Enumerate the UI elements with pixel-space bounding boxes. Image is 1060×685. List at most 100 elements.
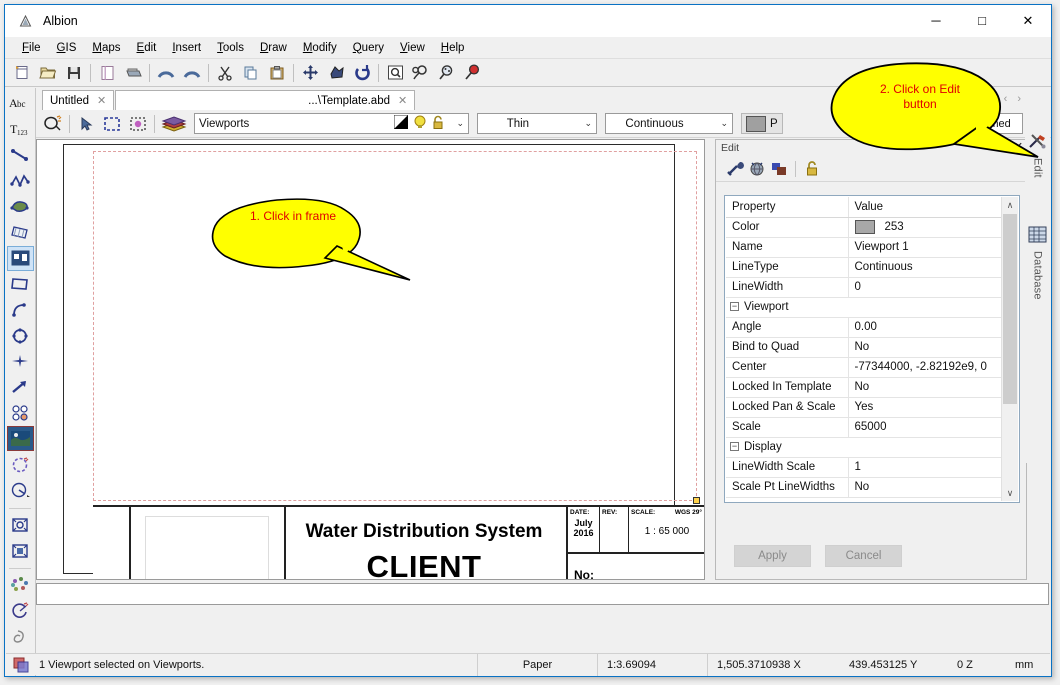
property-value[interactable]: Yes [848,397,1018,418]
collapse-expander-icon[interactable]: − [730,442,739,452]
property-value[interactable]: -77344000, -2.82192e9, 0 [848,357,1018,378]
maximize-button[interactable]: □ [959,5,1005,36]
scroll-up-icon[interactable]: ∧ [1002,197,1018,213]
color-swatch[interactable] [746,115,766,132]
minimize-button[interactable]: ─ [913,5,959,36]
layer-properties-icon[interactable] [40,112,66,136]
text-t123-icon[interactable]: T 123 [7,117,34,142]
refresh-rotate-icon[interactable] [349,61,375,85]
command-input[interactable] [36,583,1049,605]
layer-visible-bulb-icon[interactable] [414,115,426,133]
viewport-boundary[interactable] [93,151,700,504]
nav-next-icon[interactable]: › [1013,93,1025,105]
named-combo[interactable]: Named [963,113,1023,134]
property-grid[interactable]: Property Value Color 253 Name Viewport 1 [724,195,1020,503]
property-value[interactable]: 65000 [848,417,1018,438]
rotate-object-icon[interactable] [7,599,34,624]
canvas-surface[interactable]: Water Distribution System CLIENT DATE: J… [37,140,704,579]
rectangle-icon[interactable] [7,272,34,297]
redo-icon[interactable] [179,61,205,85]
linetype-combo[interactable]: Continuous ⌄ [605,113,733,134]
copy-icon[interactable] [238,61,264,85]
zoom-in-icon[interactable] [408,61,434,85]
select-region-icon[interactable] [7,452,34,477]
layer-combo[interactable]: Viewports ⌄ [194,113,469,134]
status-space-mode[interactable]: Paper [477,653,597,676]
page-setup-icon[interactable] [94,61,120,85]
close-button[interactable]: ✕ [1005,5,1051,36]
paper-sheet[interactable]: Water Distribution System CLIENT DATE: J… [63,144,704,579]
measure-angle-icon[interactable] [7,478,34,503]
hatch-icon[interactable] [7,220,34,245]
cluster-points-icon[interactable] [7,573,34,598]
zoom-selected-icon[interactable] [460,61,486,85]
close-icon[interactable]: ✕ [97,94,106,107]
unlock-padlock-icon[interactable] [801,158,823,180]
layer-stack-icon[interactable] [158,112,190,136]
circle-icon[interactable] [7,323,34,348]
polygon-fill-icon[interactable] [7,194,34,219]
status-scale-ratio[interactable]: 1:3.69094 [597,653,707,676]
property-group-viewport[interactable]: − Viewport [726,297,1018,318]
fit-frame-icon[interactable] [7,513,34,538]
property-value[interactable]: No [848,477,1018,498]
select-object-icon[interactable] [125,112,151,136]
menu-maps[interactable]: Maps [84,40,128,56]
auto-hide-pin-icon[interactable]: ⍇ [1003,140,1010,153]
doc-tab-template[interactable]: ...\Template.abd ✕ [115,90,416,110]
status-units[interactable]: mm [1006,654,1050,676]
menu-view[interactable]: View [392,40,433,56]
undo-icon[interactable] [153,61,179,85]
scroll-down-icon[interactable]: ∨ [1002,485,1018,501]
close-panel-icon[interactable]: ✕ [1014,140,1023,153]
property-value[interactable]: 1 [848,457,1018,478]
text-abc-icon[interactable]: Abc [7,91,34,116]
select-window-icon[interactable] [99,112,125,136]
layer-color-icon[interactable] [393,114,409,132]
globe-settings-icon[interactable] [746,158,768,180]
drawing-canvas[interactable]: Water Distribution System CLIENT DATE: J… [36,139,705,580]
node-edit-icon[interactable] [7,625,34,650]
menu-help[interactable]: Help [433,40,473,56]
zoom-extents-icon[interactable] [323,61,349,85]
property-value[interactable]: 0 [848,277,1018,298]
property-value[interactable]: Viewport 1 [848,237,1018,258]
menu-draw[interactable]: Draw [252,40,295,56]
raster-image-icon[interactable] [6,426,34,452]
property-value[interactable]: No [848,337,1018,358]
layer-unlocked-icon[interactable] [432,115,444,133]
paste-icon[interactable] [264,61,290,85]
edit-tab[interactable]: Edit [1025,133,1050,178]
database-tab[interactable]: Database [1025,226,1050,299]
property-grid-scrollbar[interactable]: ∧ ∨ [1001,197,1018,501]
viewport-grip-handle[interactable] [693,497,700,504]
menu-gis[interactable]: GIS [49,40,85,56]
chevron-down-icon[interactable]: ⌄ [450,118,464,129]
menu-modify[interactable]: Modify [295,40,345,56]
property-value[interactable]: No [848,377,1018,398]
color-swatch[interactable] [854,220,875,234]
menu-edit[interactable]: Edit [129,40,165,56]
close-icon[interactable]: ✕ [398,94,407,107]
menu-insert[interactable]: Insert [164,40,209,56]
wrench-tool-icon[interactable] [724,158,746,180]
polyline-icon[interactable] [7,168,34,193]
select-arrow-icon[interactable] [73,112,99,136]
menu-query[interactable]: Query [345,40,392,56]
zoom-window-icon[interactable] [382,61,408,85]
save-disk-icon[interactable] [61,61,87,85]
property-group-display[interactable]: − Display [726,437,1018,458]
collapse-expander-icon[interactable]: − [730,302,739,312]
multi-point-icon[interactable] [7,400,34,425]
arrow-leader-icon[interactable] [7,375,34,400]
open-folder-icon[interactable] [35,61,61,85]
cancel-button[interactable]: Cancel [825,545,902,567]
nav-prev-icon[interactable]: ‹ [1000,93,1012,105]
print-icon[interactable] [120,61,146,85]
doc-tab-untitled[interactable]: Untitled ✕ [42,90,115,110]
scale-frame-icon[interactable] [7,538,34,563]
property-value[interactable]: 253 [848,217,1018,238]
arc-icon[interactable] [7,297,34,322]
line-icon[interactable] [7,143,34,168]
color-swatches-icon[interactable] [768,158,790,180]
